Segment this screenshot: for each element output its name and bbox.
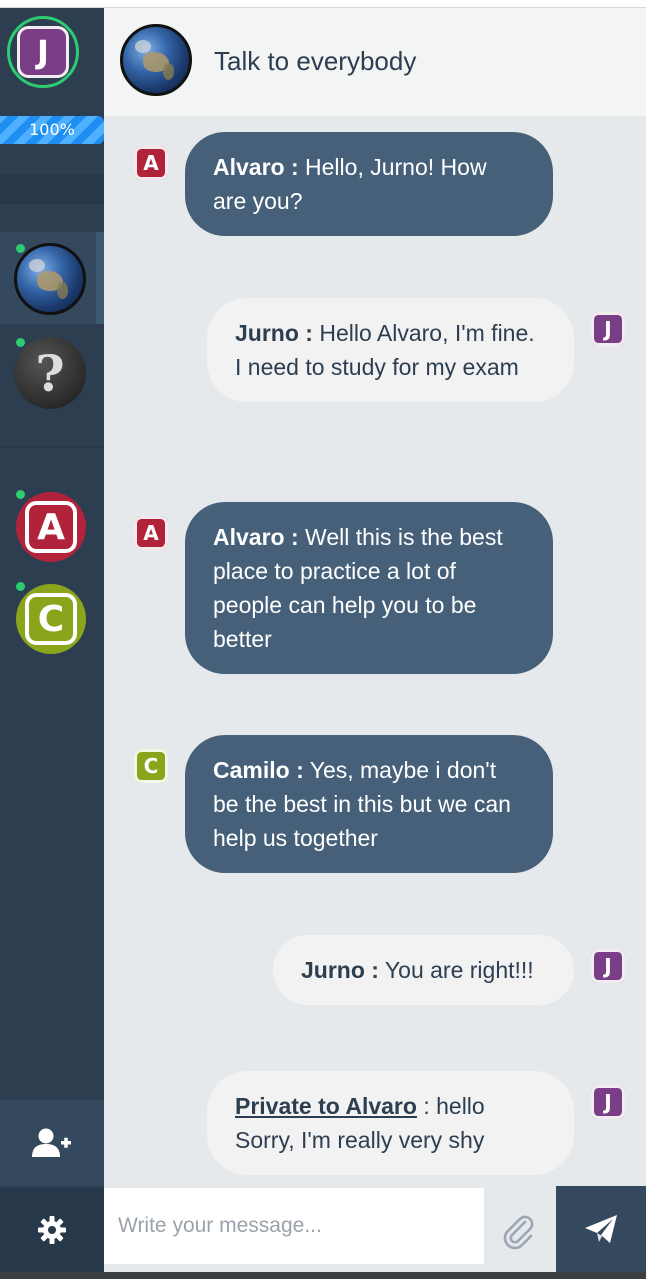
alvaro-avatar-icon: A: [25, 501, 77, 553]
user-item-alvaro[interactable]: A: [16, 492, 86, 562]
jurno-avatar-icon: J: [591, 1085, 625, 1119]
active-indicator: [96, 232, 104, 324]
message-sender: Jurno :: [301, 957, 379, 983]
globe-icon: [14, 243, 86, 315]
room-item-unknown[interactable]: ?: [0, 326, 104, 418]
message-text: You are right!!!: [378, 957, 534, 983]
camilo-avatar-icon: C: [25, 593, 77, 645]
online-indicator: [16, 582, 25, 591]
message-private: Private to Alvaro : hello Sorry, I'm rea…: [207, 1071, 574, 1175]
top-edge: [0, 0, 646, 8]
message-incoming: Alvaro : Well this is the best place to …: [185, 502, 553, 674]
chat-title: Talk to everybody: [214, 46, 417, 76]
sidebar-divider: [0, 446, 104, 448]
online-indicator: [16, 490, 25, 499]
message-input[interactable]: [104, 1188, 484, 1264]
room-item-everybody[interactable]: [0, 232, 104, 324]
alvaro-avatar-icon: A: [134, 146, 168, 180]
settings-button[interactable]: [0, 1188, 104, 1272]
sidebar-divider: [0, 174, 104, 204]
message-sender: Alvaro :: [213, 524, 299, 550]
online-indicator: [16, 338, 25, 347]
chat-header: Talk to everybody: [104, 8, 646, 116]
paperclip-icon: [503, 1215, 534, 1250]
message-incoming: Alvaro : Hello, Jurno! How are you?: [185, 132, 553, 236]
online-indicator: [16, 244, 25, 253]
add-user-icon: [32, 1128, 71, 1157]
message-sender: Jurno :: [235, 320, 313, 346]
sidebar: J 100% ? A C: [0, 8, 104, 1272]
question-mark-icon: ?: [14, 337, 86, 409]
paper-plane-icon: [585, 1215, 617, 1243]
message-outgoing: Jurno : Hello Alvaro, I'm fine. I need t…: [207, 298, 574, 402]
profile-progress-bar: 100%: [0, 116, 104, 144]
jurno-avatar-icon: J: [591, 949, 625, 983]
jurno-avatar-icon: J: [591, 312, 625, 346]
add-user-button[interactable]: [0, 1100, 104, 1186]
alvaro-avatar-icon: A: [134, 516, 168, 550]
gear-icon: [38, 1216, 66, 1244]
message-outgoing: Jurno : You are right!!!: [273, 935, 574, 1005]
camilo-avatar-icon: C: [134, 749, 168, 783]
my-avatar-icon: J: [17, 26, 69, 78]
message-incoming: Camilo : Yes, maybe i don't be the best …: [185, 735, 553, 873]
send-button[interactable]: [556, 1186, 646, 1272]
bottom-edge: [0, 1272, 646, 1279]
attach-button[interactable]: [498, 1210, 538, 1250]
progress-label: 100%: [29, 120, 75, 139]
user-item-camilo[interactable]: C: [16, 584, 86, 654]
message-sender: Camilo :: [213, 757, 304, 783]
private-recipient-link[interactable]: Private to Alvaro: [235, 1093, 417, 1119]
my-avatar[interactable]: J: [7, 16, 79, 88]
globe-icon: [120, 24, 192, 96]
message-sender: Alvaro :: [213, 154, 299, 180]
